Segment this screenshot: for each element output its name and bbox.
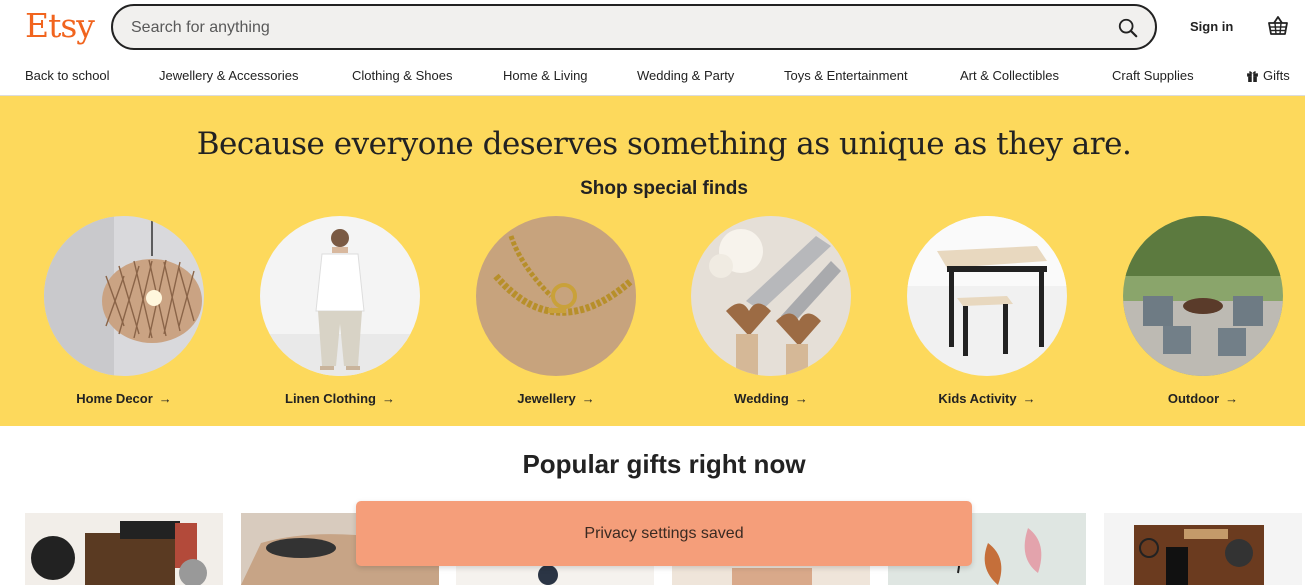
category-kids-activity[interactable]: Kids Activity →	[907, 216, 1067, 406]
hero-title: Because everyone deserves something as u…	[196, 126, 1132, 162]
hero-subtitle: Shop special finds	[580, 178, 748, 199]
kids-activity-text: Kids Activity	[938, 391, 1017, 406]
popular-gifts-title: Popular gifts right now	[522, 449, 806, 479]
search-input[interactable]	[131, 17, 1071, 39]
site-header: Etsy Sign in	[0, 0, 1305, 56]
arrow-right-icon: →	[1225, 391, 1239, 406]
category-label-kids-activity: Kids Activity →	[907, 391, 1067, 406]
category-outdoor[interactable]: Outdoor →	[1123, 216, 1283, 406]
nav-item-clothing-shoes[interactable]: Clothing & Shoes	[352, 68, 452, 83]
linen-clothing-text: Linen Clothing	[285, 391, 376, 406]
nav-item-craft-supplies[interactable]: Craft Supplies	[1112, 68, 1194, 83]
search-bar	[111, 4, 1157, 50]
category-wedding[interactable]: Wedding →	[691, 216, 851, 406]
arrow-right-icon: →	[794, 391, 808, 406]
hero-banner: Because everyone deserves something as u…	[0, 96, 1305, 426]
outdoor-image	[1123, 216, 1283, 376]
product-card[interactable]	[25, 513, 223, 585]
nav-item-art-collectibles[interactable]: Art & Collectibles	[960, 68, 1059, 83]
home-decor-text: Home Decor	[76, 391, 153, 406]
category-label-outdoor: Outdoor →	[1123, 391, 1283, 406]
nav-item-toys-entertainment[interactable]: Toys & Entertainment	[784, 68, 908, 83]
category-label-jewellery: Jewellery →	[476, 391, 636, 406]
category-home-decor[interactable]: Home Decor →	[44, 216, 204, 406]
arrow-right-icon: →	[381, 391, 395, 406]
arrow-right-icon: →	[581, 391, 595, 406]
nav-item-back-to-school[interactable]: Back to school	[25, 68, 110, 83]
home-decor-image	[44, 216, 204, 376]
nav-item-gifts-label: Gifts	[1263, 68, 1290, 83]
outdoor-text: Outdoor	[1167, 391, 1220, 406]
sign-in-link[interactable]: Sign in	[1190, 19, 1233, 34]
search-icon	[1118, 18, 1138, 38]
privacy-toast: Privacy settings saved	[356, 501, 972, 566]
search-button[interactable]	[1115, 15, 1141, 41]
jewellery-text: Jewellery	[517, 391, 576, 406]
gift-icon	[1247, 71, 1258, 82]
category-linen-clothing[interactable]: Linen Clothing →	[260, 216, 420, 406]
nav-item-jewellery-accessories[interactable]: Jewellery & Accessories	[159, 68, 298, 83]
arrow-right-icon: →	[1022, 391, 1036, 406]
etsy-logo[interactable]: Etsy	[25, 6, 95, 45]
wedding-image	[691, 216, 851, 376]
linen-clothing-image	[260, 216, 420, 376]
category-label-home-decor: Home Decor →	[44, 391, 204, 406]
toast-message: Privacy settings saved	[584, 524, 744, 542]
kids-activity-image	[907, 216, 1067, 376]
category-nav: Back to school Jewellery & Accessories C…	[0, 62, 1305, 92]
jewellery-image	[476, 216, 636, 376]
basket-icon	[1268, 16, 1288, 35]
category-jewellery[interactable]: Jewellery →	[476, 216, 636, 406]
product-card[interactable]	[1104, 513, 1302, 585]
cart-button[interactable]	[1266, 14, 1290, 38]
category-label-linen-clothing: Linen Clothing →	[260, 391, 420, 406]
nav-item-gifts[interactable]: Gifts	[1246, 68, 1290, 83]
wedding-text: Wedding	[734, 391, 789, 406]
nav-item-home-living[interactable]: Home & Living	[503, 68, 588, 83]
category-label-wedding: Wedding →	[691, 391, 851, 406]
nav-item-wedding-party[interactable]: Wedding & Party	[637, 68, 734, 83]
arrow-right-icon: →	[158, 391, 172, 406]
